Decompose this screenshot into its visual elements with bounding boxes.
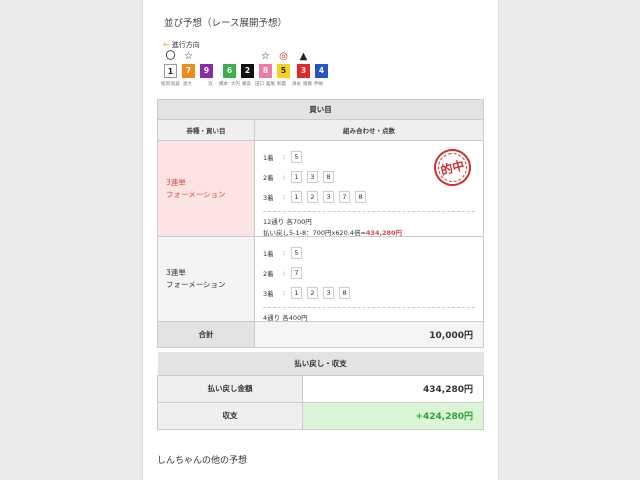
mark-6: ☆: [261, 51, 270, 62]
combo-number: 5: [291, 247, 302, 259]
rider-name: 渡大: [183, 82, 192, 87]
refund-label: 払い戻し金額: [157, 374, 303, 403]
combo-number: 7: [291, 267, 302, 279]
place-label: 1着: [263, 154, 274, 162]
boat-4: 6: [223, 64, 236, 78]
total-row: 合計 10,000円: [157, 321, 484, 348]
combo-number: 2: [307, 191, 318, 203]
boat-5: 2: [241, 64, 254, 78]
combo-number: 3: [323, 191, 334, 203]
direction-label: 進行方向: [171, 41, 200, 49]
boat-8: 3: [297, 64, 310, 78]
combo-number: 5: [291, 151, 302, 163]
boat-9: 4: [315, 64, 328, 78]
bet-type: 3連単: [166, 268, 186, 277]
payout-table-header: 払い戻し・収支: [157, 352, 484, 375]
page-title: 並び予想（レース展開予想）: [164, 18, 288, 29]
place-label: 3着: [263, 194, 274, 202]
combo-number: 1: [291, 191, 302, 203]
place-label: 2着: [263, 174, 274, 182]
place-label: 1着: [263, 250, 274, 258]
bet-detail-cell: 的中 1着: 5 2着: 1 3 8 3着: 1 2 3 7 8 12通り 各7…: [254, 140, 484, 239]
bet-method: フォーメーション: [166, 280, 226, 289]
refund-value: 434,280円: [302, 374, 484, 403]
bet-summary: 4通り 各400円: [263, 307, 475, 324]
place-row: 1着: 5: [263, 243, 475, 263]
bet-row: 3連単 フォーメーション 1着: 5 2着: 7 3着: 1 2 3 8 4通り…: [157, 236, 484, 324]
place-row: 3着: 1 2 3 8: [263, 283, 475, 303]
total-value: 10,000円: [254, 321, 484, 348]
place-label: 3着: [263, 290, 274, 298]
other-predictions-heading: しんちゃんの他の予想: [157, 456, 248, 466]
bet-detail-cell: 1着: 5 2着: 7 3着: 1 2 3 8 4通り 各400円: [254, 236, 484, 324]
direction-indicator: ← 進行方向: [163, 40, 200, 50]
combo-number: 1: [291, 171, 302, 183]
boat-7: 5: [277, 64, 290, 78]
bet-method: フォーメーション: [166, 189, 226, 199]
place-row: 2着: 7: [263, 263, 475, 283]
combo-number: 8: [339, 287, 350, 299]
total-label: 合計: [157, 321, 255, 348]
combo-number: 2: [307, 287, 318, 299]
mark-1: 〇: [165, 51, 176, 62]
balance-label: 収支: [157, 401, 303, 430]
bet-table: 買い目 券種・買い目 組み合わせ・点数 3連単 フォーメーション 的中 1着: …: [157, 99, 484, 348]
payout-table: 払い戻し・収支 払い戻し金額 434,280円 収支 +424,280円: [157, 352, 484, 430]
bet-row-hit: 3連単 フォーメーション 的中 1着: 5 2着: 1 3 8 3着: 1 2 …: [157, 140, 484, 239]
boat-6: 8: [259, 64, 272, 78]
place-row: 3着: 1 2 3 7 8: [263, 187, 475, 207]
payout-detail: 5-1-8：700円x620.4倍=: [289, 229, 366, 237]
bet-type: 3連単: [166, 177, 186, 187]
bet-table-header: 買い目: [157, 99, 484, 120]
combo-number: 8: [323, 171, 334, 183]
combo-number: 8: [355, 191, 366, 203]
payout-prefix: 払い戻し: [263, 229, 289, 237]
combo-number: 3: [307, 171, 318, 183]
mark-2: ☆: [184, 51, 193, 62]
rider-name: 伸裕: [314, 82, 323, 87]
bet-type-cell: 3連単 フォーメーション: [157, 236, 255, 322]
bet-count: 4通り 各400円: [263, 314, 308, 322]
mark-7: ◎: [279, 51, 288, 62]
combo-number: 3: [323, 287, 334, 299]
bet-count: 12通り 各700円: [263, 218, 312, 226]
col-header-type: 券種・買い目: [157, 119, 255, 141]
boat-3: 9: [200, 64, 213, 78]
mark-8: ▲: [299, 51, 308, 62]
bet-type-cell: 3連単 フォーメーション: [157, 140, 255, 237]
col-header-combo: 組み合わせ・点数: [254, 119, 484, 141]
boat-2: 7: [182, 64, 195, 78]
left-arrow-icon: ←: [163, 40, 170, 49]
place-label: 2着: [263, 270, 274, 278]
combo-number: 7: [339, 191, 350, 203]
combo-number: 1: [291, 287, 302, 299]
balance-value: +424,280円: [302, 401, 484, 430]
payout-amount: 434,280円: [365, 229, 403, 237]
bet-summary: 12通り 各700円 払い戻し5-1-8：700円x620.4倍=434,280…: [263, 211, 475, 239]
boat-1: 1: [164, 64, 177, 78]
